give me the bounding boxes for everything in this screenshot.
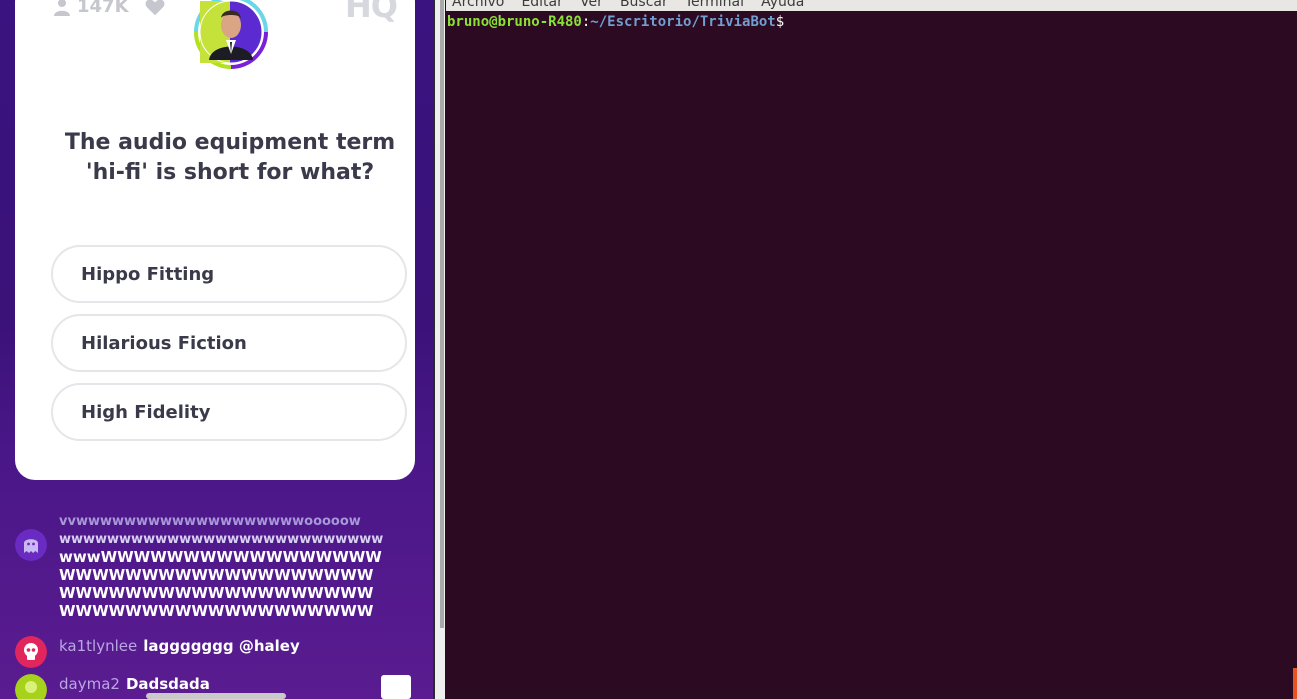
heart-icon[interactable] (144, 0, 166, 18)
chat-message: ka1tlynlee laggggggg @haley (59, 637, 300, 655)
chat-spam-line: WWWWWWWWWWWWWWWWWWW (59, 602, 374, 620)
answer-option-1[interactable]: Hippo Fitting (51, 245, 407, 303)
divider-edge (433, 0, 435, 699)
chat-spam-line: WWWWWWWWWWWWWWWWWWW (59, 566, 374, 584)
horizontal-scrollbar[interactable] (146, 693, 286, 699)
user-avatar-icon (15, 674, 47, 699)
hq-trivia-stream: 147K HQ The audio equipment term 'hi-fi'… (0, 0, 433, 699)
host-avatar (194, 0, 268, 69)
vertical-scrollbar[interactable] (440, 0, 444, 628)
prompt-path: ~/Escritorio/TriviaBot (590, 14, 776, 30)
chat-spam-line: wwwwwwwwwwwwwwwwwwwwwwwwwww (59, 532, 384, 547)
chat-input-button[interactable] (381, 675, 411, 699)
menu-editar[interactable]: Editar (521, 0, 562, 10)
person-icon (54, 0, 70, 16)
prompt-symbol: $ (775, 14, 785, 30)
prompt-user: bruno@bruno-R480 (447, 14, 582, 30)
skull-avatar-icon (15, 636, 47, 668)
menu-ayuda[interactable]: Ayuda (761, 0, 804, 10)
chat-spam-line: WWWWWWWWWWWWWWWWWWW (59, 584, 374, 602)
answer-option-3[interactable]: High Fidelity (51, 383, 407, 441)
menu-terminal[interactable]: Terminal (685, 0, 744, 10)
viewer-count-label: 147K (77, 0, 129, 17)
answer-option-2[interactable]: Hilarious Fiction (51, 314, 407, 372)
question-card: 147K HQ The audio equipment term 'hi-fi'… (15, 0, 415, 480)
chat-spam-line: vvwwwwwwwwwwwwwwwwwwwooooow (59, 514, 361, 529)
terminal-window[interactable]: Archivo Editar Ver Buscar Terminal Ayuda… (446, 0, 1297, 699)
question-text: The audio equipment term 'hi-fi' is shor… (64, 130, 396, 185)
chat-username: dayma2 (59, 675, 120, 693)
menu-buscar[interactable]: Buscar (620, 0, 668, 10)
chat-text: Dadsdada (125, 675, 210, 693)
chat-text: laggggggg @haley (143, 637, 300, 655)
shell-prompt[interactable]: bruno@bruno-R480:~/Escritorio/TriviaBot$ (447, 14, 784, 30)
viewer-count: 147K (53, 0, 129, 17)
chat-spam-line: wwwWWWWWWWWWWWWWWWWW (59, 548, 382, 566)
desktop-edge (1293, 668, 1297, 699)
menu-archivo[interactable]: Archivo (452, 0, 504, 10)
terminal-menubar: Archivo Editar Ver Buscar Terminal Ayuda (446, 0, 1297, 11)
chat-username: ka1tlynlee (59, 637, 138, 655)
chat-message: dayma2 Dadsdada (59, 675, 210, 693)
menu-ver[interactable]: Ver (580, 0, 603, 10)
ghost-avatar-icon (15, 529, 47, 561)
hq-logo: HQ (345, 0, 398, 25)
